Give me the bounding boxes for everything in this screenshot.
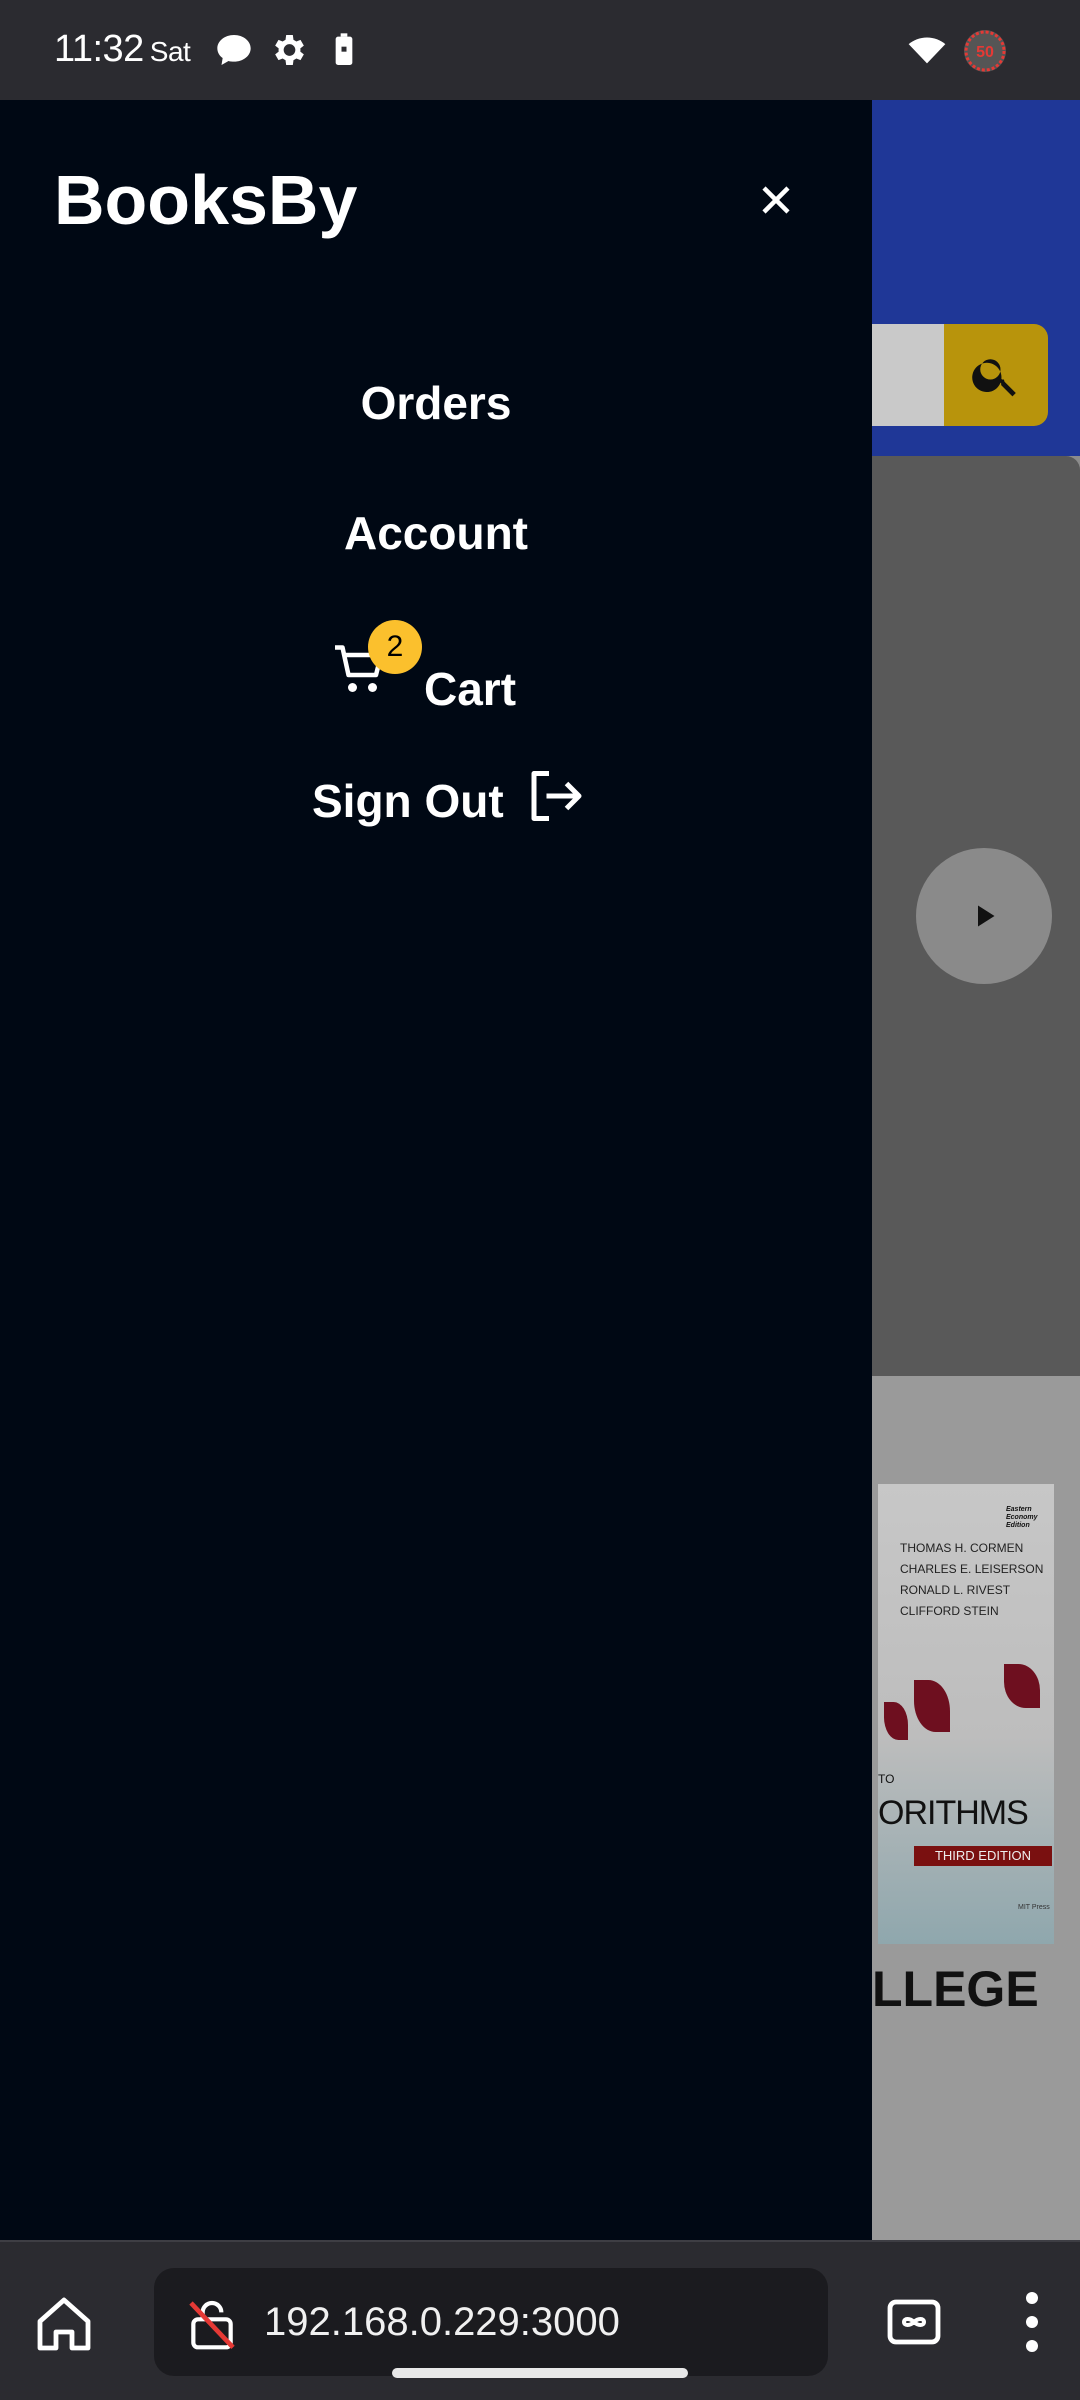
- settings-icon: [268, 30, 308, 70]
- nav-account[interactable]: Account: [0, 506, 872, 560]
- home-button[interactable]: [32, 2292, 96, 2356]
- carousel: [872, 456, 1080, 1376]
- url-text[interactable]: 192.168.0.229:3000: [264, 2300, 620, 2345]
- nav-orders[interactable]: Orders: [0, 376, 872, 430]
- section-heading: LLEGE: [872, 1961, 1039, 2017]
- book-authors: THOMAS H. CORMEN CHARLES E. LEISERSON RO…: [900, 1538, 1050, 1622]
- logout-icon: [524, 766, 584, 826]
- navigation-drawer: BooksBy Orders Account 2 Cart Sign Out: [0, 100, 872, 2240]
- battery-saver-icon: [324, 30, 364, 70]
- nav-sign-out[interactable]: Sign Out: [312, 760, 592, 840]
- book-cover[interactable]: Eastern Economy Edition THOMAS H. CORMEN…: [878, 1484, 1054, 1944]
- book-mobile-leaf: [884, 1702, 908, 1740]
- close-icon: [762, 186, 790, 214]
- search-button[interactable]: [944, 324, 1048, 426]
- book-author: CHARLES E. LEISERSON: [900, 1562, 1044, 1576]
- chat-bubble-icon: [214, 30, 254, 70]
- book-author: CLIFFORD STEIN: [900, 1604, 999, 1618]
- tab-switcher-icon: [887, 2299, 941, 2345]
- status-bar: 11:32 Sat 50: [0, 0, 1080, 100]
- gesture-handle[interactable]: [392, 2368, 688, 2378]
- book-title: ORITHMS: [878, 1794, 1029, 1832]
- insecure-lock-icon[interactable]: [184, 2296, 240, 2352]
- tab-switcher-button[interactable]: [886, 2298, 942, 2346]
- background-page: Eastern Economy Edition THOMAS H. CORMEN…: [872, 100, 1080, 2240]
- data-saver-icon: 50: [962, 28, 1008, 74]
- address-bar[interactable]: 192.168.0.229:3000: [154, 2268, 828, 2376]
- close-button[interactable]: [752, 176, 800, 224]
- nav-cart[interactable]: 2 Cart: [330, 620, 550, 730]
- book-author: RONALD L. RIVEST: [900, 1583, 1011, 1597]
- book-author: THOMAS H. CORMEN: [900, 1541, 1024, 1555]
- brand-logo[interactable]: BooksBy: [54, 160, 357, 240]
- home-icon: [37, 2297, 91, 2351]
- more-menu-button[interactable]: [1012, 2290, 1052, 2354]
- browser-toolbar: 192.168.0.229:3000: [0, 2240, 1080, 2400]
- nav-cart-label: Cart: [424, 663, 517, 715]
- book-mobile-leaf: [1004, 1664, 1040, 1708]
- search-input[interactable]: [872, 324, 944, 426]
- play-arrow-icon: [978, 905, 995, 927]
- search-icon: [972, 359, 1016, 397]
- carousel-next-button[interactable]: [916, 848, 1052, 984]
- more-menu-icon: [1026, 2292, 1038, 2352]
- data-saver-label: 50: [976, 44, 994, 61]
- book-edition-badge: Eastern Economy Edition: [1006, 1506, 1038, 1529]
- nav-sign-out-label: Sign Out: [312, 775, 504, 827]
- cart-count-badge: 2: [368, 620, 422, 674]
- book-title-to: TO: [878, 1772, 895, 1786]
- book-edition: THIRD EDITION: [914, 1846, 1052, 1866]
- wifi-icon: [904, 30, 950, 70]
- book-publisher: MIT Press: [1018, 1904, 1050, 1911]
- status-time-value: 11:32: [54, 28, 144, 70]
- status-day: Sat: [149, 36, 191, 67]
- book-mobile-leaf: [914, 1680, 950, 1732]
- status-time: 11:32 Sat: [54, 28, 191, 71]
